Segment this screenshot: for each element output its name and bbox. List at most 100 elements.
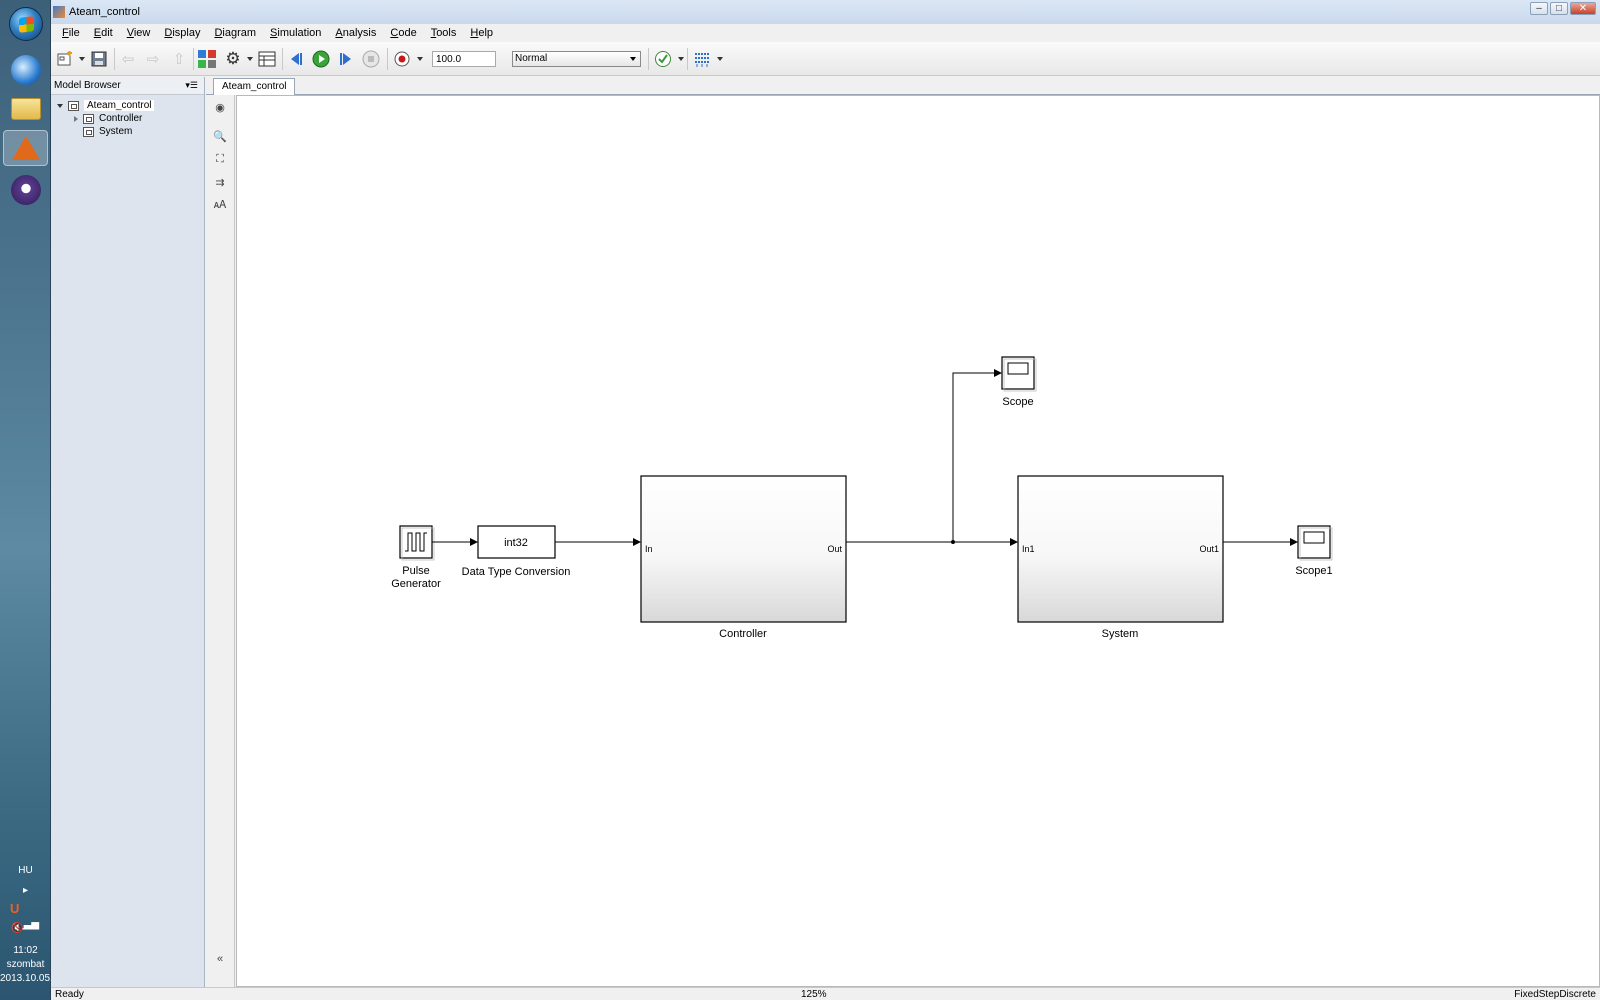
menu-file[interactable]: File — [55, 27, 87, 39]
tree-item-label: Controller — [99, 113, 143, 124]
menu-analysis[interactable]: Analysis — [328, 27, 383, 39]
pulse-generator-block[interactable]: Pulse Generator — [391, 525, 441, 590]
controller-label: Controller — [719, 628, 767, 640]
zoom-icon[interactable]: 🔍 — [212, 129, 228, 143]
save-button[interactable] — [90, 50, 108, 68]
start-button[interactable] — [3, 6, 48, 42]
menu-simulation[interactable]: Simulation — [263, 27, 328, 39]
zoom-level: 125% — [801, 989, 827, 1000]
step-forward-icon — [340, 53, 351, 65]
forward-arrow-icon: ⇨ — [146, 51, 160, 68]
system-subsystem-block[interactable]: In1 Out1 System — [1017, 475, 1224, 640]
record-button[interactable] — [393, 50, 411, 68]
up-arrow-icon: ⇧ — [172, 51, 186, 68]
minimize-button[interactable]: – — [1530, 2, 1548, 15]
menu-view[interactable]: View — [120, 27, 158, 39]
menu-diagram[interactable]: Diagram — [207, 27, 263, 39]
antivirus-icon[interactable]: U — [10, 901, 19, 916]
title-bar[interactable]: Ateam_control – □ ✕ — [51, 0, 1600, 24]
browser-options-icon[interactable]: ▾☰ — [185, 80, 198, 91]
model-advisor-dropdown[interactable] — [678, 57, 684, 61]
clock-day[interactable]: szombat — [0, 958, 51, 972]
collapse-arrow-icon[interactable] — [74, 115, 78, 122]
diagram-canvas[interactable]: Pulse Generator int32 Data Type Conversi… — [236, 95, 1600, 987]
folder-icon — [10, 98, 41, 120]
run-button[interactable] — [312, 50, 330, 68]
signal-line-branch-to-scope[interactable] — [952, 369, 1002, 542]
annotation-icon[interactable]: 🗚 — [212, 198, 228, 212]
eclipse-icon — [10, 175, 41, 205]
step-back-button[interactable] — [287, 50, 305, 68]
new-model-button[interactable] — [56, 50, 74, 68]
model-config-dropdown[interactable] — [247, 57, 253, 61]
menu-code[interactable]: Code — [383, 27, 423, 39]
clock-time[interactable]: 11:02 — [0, 944, 51, 958]
tree-item-controller[interactable]: Controller — [74, 112, 142, 125]
language-indicator[interactable]: HU — [0, 864, 51, 878]
step-forward-button[interactable] — [337, 50, 355, 68]
scope-block[interactable]: Scope — [1001, 356, 1037, 408]
matlab-icon — [11, 136, 40, 160]
model-advisor-button[interactable] — [654, 50, 672, 68]
tree-item-system[interactable]: System — [83, 125, 132, 138]
volume-muted-icon[interactable]: 🔇 — [0, 922, 51, 936]
windows-taskbar: HU ▸ U ▁▃▅ 🔇 11:02 szombat 2013.10.05. — [0, 0, 53, 1000]
new-model-icon — [57, 51, 72, 66]
stop-button[interactable] — [362, 50, 380, 68]
expand-arrow-icon[interactable] — [57, 103, 63, 108]
forward-button[interactable]: ⇨ — [144, 50, 162, 68]
save-icon — [91, 51, 107, 67]
internet-explorer-icon — [10, 55, 41, 85]
maximize-button[interactable]: □ — [1550, 2, 1568, 15]
taskbar-eclipse-button[interactable] — [3, 172, 48, 208]
model-explorer-button[interactable] — [258, 50, 276, 68]
stop-time-input[interactable] — [432, 51, 496, 67]
branch-point[interactable] — [951, 540, 955, 544]
model-config-button[interactable]: ⚙ — [224, 49, 242, 68]
gear-icon: ⚙ — [225, 49, 241, 68]
taskbar-ie-button[interactable] — [3, 52, 48, 88]
simulink-app-icon — [53, 6, 65, 18]
tab-ateam-control[interactable]: Ateam_control — [213, 78, 296, 95]
hide-browser-icon[interactable]: ◉ — [212, 100, 228, 114]
model-browser-title: Model Browser — [54, 80, 121, 91]
tray-expand-icon[interactable]: ▸ — [0, 884, 51, 898]
pulse-generator-label-2: Generator — [391, 578, 441, 590]
model-browser: Model Browser ▾☰ Ateam_control Controlle… — [51, 77, 205, 987]
pulse-generator-label-1: Pulse — [402, 565, 430, 577]
menu-edit[interactable]: Edit — [87, 27, 120, 39]
simulation-mode-select[interactable]: Normal — [512, 51, 641, 67]
build-dropdown[interactable] — [717, 57, 723, 61]
build-button[interactable] — [693, 50, 711, 68]
new-model-dropdown[interactable] — [79, 57, 85, 61]
close-button[interactable]: ✕ — [1570, 2, 1596, 15]
menu-display[interactable]: Display — [157, 27, 207, 39]
controller-subsystem-block[interactable]: In Out Controller — [640, 475, 847, 640]
up-button[interactable]: ⇧ — [170, 50, 188, 68]
data-type-conversion-block[interactable]: int32 Data Type Conversion — [462, 525, 571, 578]
simulink-window: Ateam_control – □ ✕ File Edit View Displ… — [51, 0, 1600, 1000]
checkmark-icon — [655, 51, 671, 67]
menu-help[interactable]: Help — [463, 27, 500, 39]
build-icon — [695, 53, 709, 67]
back-button[interactable]: ⇦ — [119, 50, 137, 68]
scope1-block[interactable]: Scope1 — [1295, 525, 1333, 577]
subsystem-icon — [83, 113, 94, 124]
clock-date[interactable]: 2013.10.05. — [0, 972, 53, 986]
tree-item-label: Ateam_control — [84, 100, 155, 111]
collapse-palette-icon[interactable]: « — [212, 952, 228, 966]
library-browser-button[interactable] — [198, 50, 216, 68]
simulink-diagram: Pulse Generator int32 Data Type Conversi… — [391, 356, 1333, 640]
dtc-block-label: Data Type Conversion — [462, 566, 571, 578]
tree-item-ateam-control[interactable]: Ateam_control — [57, 99, 155, 112]
signal-arrows-icon[interactable]: ⇉ — [212, 175, 228, 189]
record-icon — [394, 51, 410, 67]
taskbar-explorer-button[interactable] — [3, 91, 48, 127]
taskbar-matlab-button[interactable] — [3, 130, 48, 166]
record-dropdown[interactable] — [417, 57, 423, 61]
run-icon — [312, 50, 330, 68]
menu-tools[interactable]: Tools — [424, 27, 464, 39]
fit-to-view-icon[interactable]: ⛶ — [212, 152, 228, 166]
model-icon — [68, 100, 79, 111]
system-in-port: In1 — [1022, 544, 1035, 554]
